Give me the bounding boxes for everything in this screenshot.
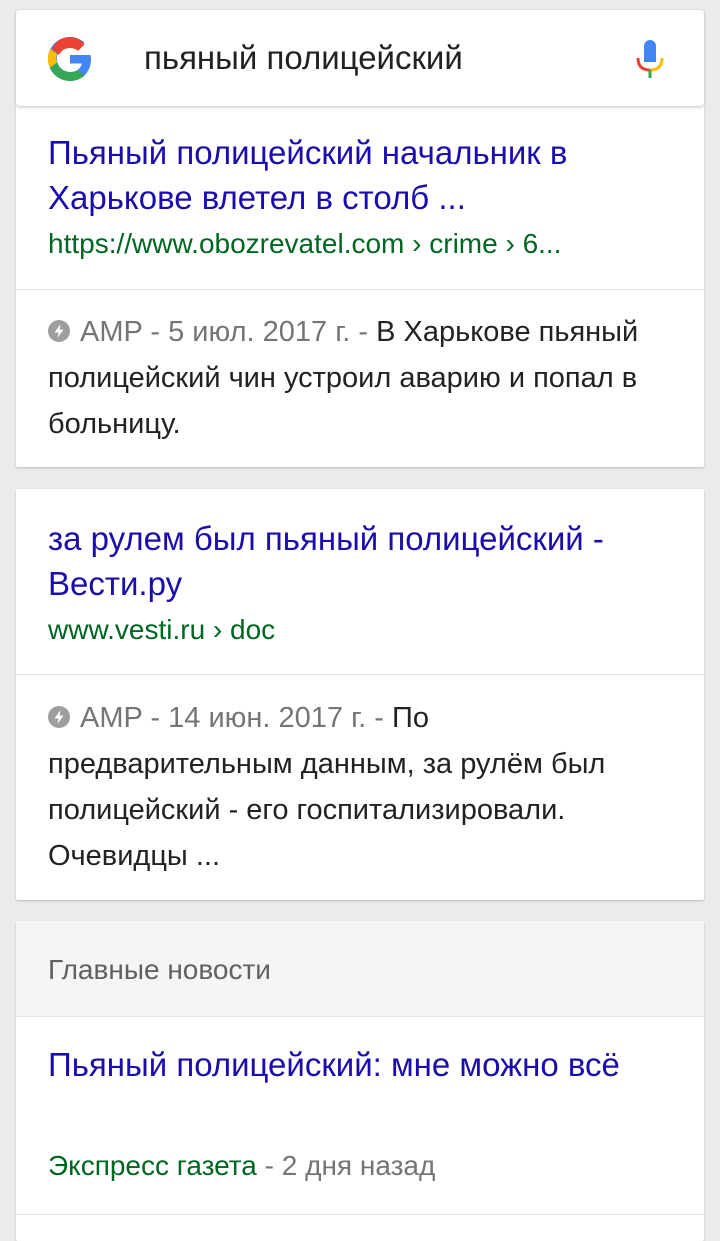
meta-separator: - [374,702,384,734]
search-bar[interactable]: пьяный полицейский [16,10,704,106]
amp-label: AMP [80,702,143,734]
result-snippet: AMP - 5 июл. 2017 г. - В Харькове пьяный… [48,309,648,447]
news-meta: Экспресс газета - 2 дня назад [48,1149,435,1183]
top-stories-heading: Главные новости [48,954,271,985]
top-stories-card: Главные новости Пьяный полицейский: мне … [16,921,704,1241]
result-title-link[interactable]: за рулем был пьяный полицейский - Вести.… [48,516,678,606]
meta-separator: - [150,702,161,734]
result-url[interactable]: https://www.obozrevatel.com › crime › 6.… [48,227,688,261]
card-divider [16,1214,704,1215]
meta-separator: - [358,316,369,348]
card-divider [16,674,704,675]
result-title-link[interactable]: Пьяный полицейский начальник в Харькове … [48,130,678,220]
meta-separator: - [150,316,161,348]
result-date: 5 июл. 2017 г. [168,316,351,348]
amp-bolt-icon [48,706,70,728]
amp-bolt-icon [48,320,70,342]
top-stories-header: Главные новости [16,921,704,1017]
amp-label: AMP [80,316,143,348]
google-logo-icon[interactable] [46,35,94,83]
microphone-icon[interactable] [634,38,666,82]
card-divider [16,289,704,290]
search-result-card: за рулем был пьяный полицейский - Вести.… [16,489,704,900]
news-source: Экспресс газета [48,1150,257,1181]
news-time-ago: 2 дня назад [281,1150,436,1181]
news-title-link[interactable]: Пьяный полицейский: мне можно всё [48,1042,678,1087]
search-result-card: Пьяный полицейский начальник в Харькове … [16,106,704,467]
result-snippet: AMP - 14 июн. 2017 г. - По предварительн… [48,695,648,879]
meta-separator: - [264,1150,274,1181]
search-query[interactable]: пьяный полицейский [144,38,463,78]
result-url[interactable]: www.vesti.ru › doc [48,613,688,647]
result-date: 14 июн. 2017 г. [168,702,367,734]
